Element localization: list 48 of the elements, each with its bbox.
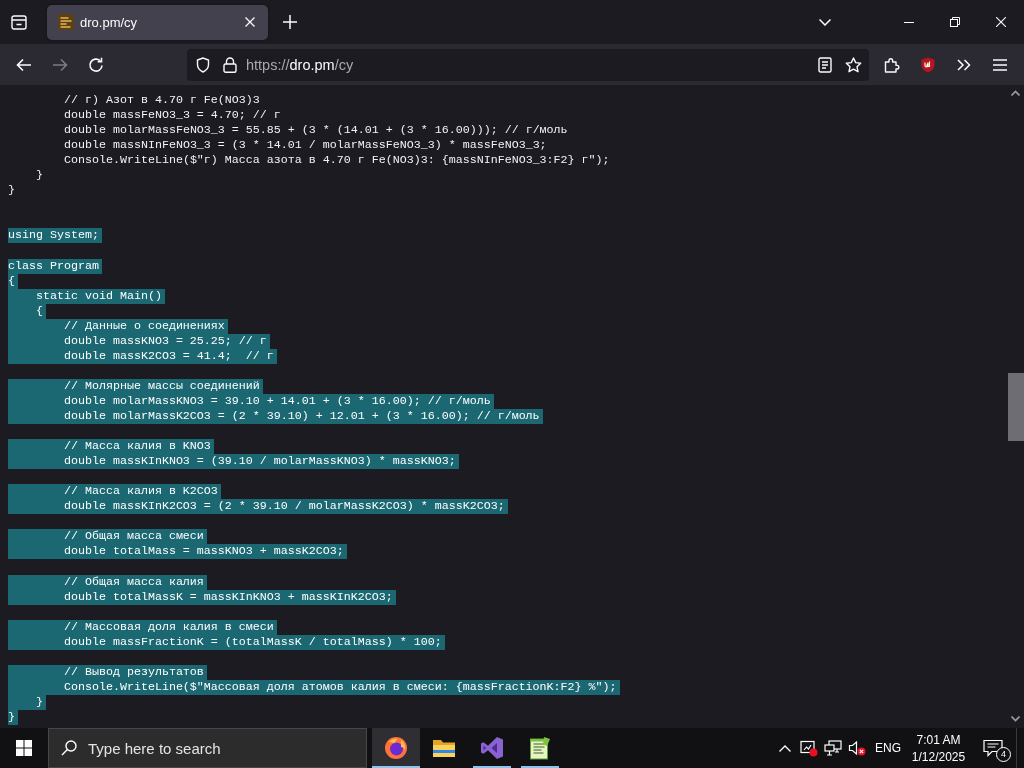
close-icon [245,17,255,27]
clock-date: 1/12/2025 [911,749,966,764]
lock-icon [223,56,237,73]
scroll-up-icon[interactable] [1011,90,1020,96]
shield-icon [195,56,211,73]
code-line: double massNInFeNO3_3 = (3 * 14.01 / molarMassFeNO3_3) * massFeNO3_3; [63,138,547,154]
speech-bubble-icon [983,739,1003,757]
code-line: Console.WriteLine($"г) Масса азота в 4.70 г Fe(NO3)3: {massNInFeNO3_3:F2} г"); [63,153,610,169]
code-line: double molarMassFeNO3_3 = 55.85 + (3 * (14.01 + (3 * 16.00))); // г/моль [63,123,568,139]
plus-icon [283,15,297,29]
network-monitor-icon [824,740,842,756]
url-text: https://dro.pm/cy [246,56,354,73]
restore-icon [950,17,960,27]
notifications-button[interactable]: 4 [970,728,1016,768]
menu-icon [993,58,1007,71]
taskbar-app-button[interactable] [372,728,420,768]
notepad-icon [528,736,552,760]
scrollbar-thumb[interactable] [1008,373,1024,441]
search-icon [61,740,77,756]
reload-icon [88,56,104,73]
code-line: } [8,183,15,199]
double-chevron-icon [957,58,971,71]
browser-tab[interactable]: dro.pm/cy [47,4,268,40]
chevron-down-icon [819,18,831,26]
star-icon [844,56,862,73]
text-lines-icon [58,14,74,30]
clock-time: 7:01 AM [916,732,961,747]
flame-ring-icon [384,736,408,760]
notification-count: 4 [996,747,1011,762]
shield-badge-icon [920,56,936,73]
address-field[interactable]: https://dro.pm/cy [187,48,869,81]
four-panes-icon [16,740,32,756]
tray-box-icon [11,14,27,30]
language-indicator[interactable]: ENG [869,728,907,768]
code-line: } [36,168,43,184]
puzzle-icon [884,56,900,73]
back-arrow-icon [16,57,32,72]
chevron-up-icon [779,744,791,752]
document-icon [818,56,832,73]
scroll-down-icon[interactable] [1011,716,1020,722]
code-line: // г) Азот в 4.70 г Fe(NO3)3 [63,93,260,109]
chart-alert-icon [800,739,818,757]
infinity-ribbon-icon [480,736,504,760]
close-icon [996,17,1006,27]
minimize-icon [904,21,914,23]
forward-arrow-icon [52,57,68,72]
search-field[interactable]: Type here to search [48,728,367,768]
code-line: double massFeNO3_3 = 4.70; // г [63,108,281,124]
